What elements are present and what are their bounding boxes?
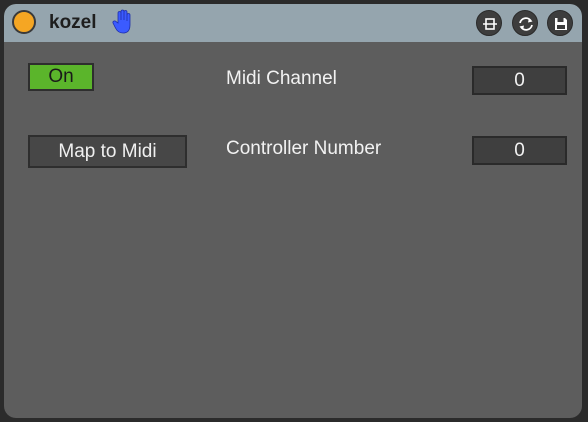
on-toggle[interactable]: On xyxy=(28,63,94,91)
map-to-midi-button[interactable]: Map to Midi xyxy=(28,135,187,168)
hand-icon xyxy=(111,9,135,35)
controller-number-label: Controller Number xyxy=(226,138,382,159)
hotswap-icon xyxy=(483,18,497,30)
device-title-bar: kozel xyxy=(4,4,582,42)
midi-channel-label: Midi Channel xyxy=(226,68,337,89)
replace-icon xyxy=(519,17,533,31)
controller-number-box[interactable]: 0 xyxy=(472,136,567,165)
midi-channel-number-box[interactable]: 0 xyxy=(472,66,567,95)
hotswap-button[interactable] xyxy=(476,10,502,36)
replace-button[interactable] xyxy=(512,10,538,36)
save-button[interactable] xyxy=(547,10,573,36)
device-panel: kozel On Map to Midi Midi Channel 0 Cont… xyxy=(4,4,582,418)
device-power-icon[interactable] xyxy=(12,10,36,34)
save-icon xyxy=(555,18,567,30)
device-name: kozel xyxy=(49,12,97,33)
